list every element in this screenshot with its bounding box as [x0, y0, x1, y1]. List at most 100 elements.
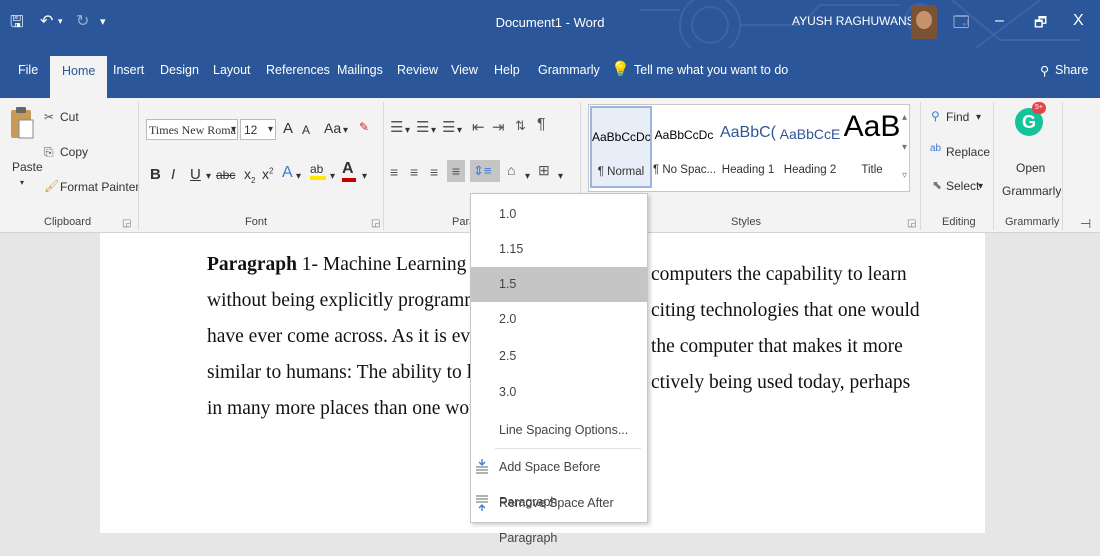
line-spacing-option-2-0[interactable]: 2.0: [471, 302, 647, 337]
align-center-icon[interactable]: ≡: [410, 164, 418, 180]
replace-icon[interactable]: ab: [930, 143, 941, 154]
align-left-icon[interactable]: ≡: [390, 164, 398, 180]
change-case-dropdown-icon[interactable]: ▾: [343, 125, 348, 136]
tab-view[interactable]: View: [451, 63, 478, 77]
share-button[interactable]: Share: [1055, 63, 1088, 77]
shrink-font-icon[interactable]: A: [302, 123, 310, 137]
line-spacing-option-1-15[interactable]: 1.15: [471, 232, 647, 267]
select-icon[interactable]: ⬉: [932, 178, 942, 192]
line-spacing-option-3-0[interactable]: 3.0: [471, 375, 647, 410]
styles-launcher-icon[interactable]: ◲: [907, 218, 916, 229]
multilevel-list-icon[interactable]: ☰: [442, 118, 455, 136]
style-heading-1[interactable]: AaBbC( Heading 1: [717, 106, 779, 188]
line-spacing-button[interactable]: ⇕≡: [470, 160, 500, 182]
tab-insert[interactable]: Insert: [113, 63, 144, 77]
paste-button[interactable]: Paste: [12, 160, 43, 174]
select-button[interactable]: Select: [946, 179, 979, 193]
tab-grammarly[interactable]: Grammarly: [538, 63, 600, 77]
numbering-icon[interactable]: ☰: [416, 118, 429, 136]
open-grammarly-label-2[interactable]: Grammarly: [1002, 184, 1061, 198]
replace-button[interactable]: Replace: [946, 145, 990, 159]
strikethrough-button[interactable]: abc: [216, 168, 235, 182]
subscript-button[interactable]: x2: [244, 166, 255, 185]
highlight-color-icon[interactable]: ab: [310, 162, 326, 180]
numbering-dropdown-icon[interactable]: ▾: [431, 125, 436, 136]
tab-design[interactable]: Design: [160, 63, 199, 77]
borders-dropdown-icon[interactable]: ▾: [558, 171, 563, 182]
close-button[interactable]: X: [1073, 12, 1084, 30]
copy-icon[interactable]: ⎘: [44, 145, 54, 160]
font-name-input[interactable]: Times New Roma: [146, 119, 238, 140]
justify-icon[interactable]: ≡: [447, 160, 465, 182]
add-space-before-item[interactable]: Add Space Before Paragraph: [471, 450, 647, 509]
tell-me-search[interactable]: Tell me what you want to do: [634, 63, 788, 77]
copy-button[interactable]: Copy: [60, 145, 88, 159]
font-name-dropdown-icon[interactable]: ▾: [231, 124, 236, 135]
select-dropdown-icon[interactable]: ▾: [978, 181, 983, 192]
sort-icon[interactable]: ⇅: [515, 118, 526, 134]
pin-ribbon-icon[interactable]: ⊣: [1080, 216, 1091, 232]
paste-dropdown-icon[interactable]: ▾: [20, 178, 24, 187]
underline-button[interactable]: U: [190, 166, 201, 183]
bold-button[interactable]: B: [150, 166, 161, 183]
user-name[interactable]: AYUSH RAGHUWANSHI: [792, 14, 927, 28]
underline-dropdown-icon[interactable]: ▾: [206, 171, 211, 182]
tab-file[interactable]: File: [18, 63, 38, 77]
format-painter-icon[interactable]: 🖌: [44, 179, 59, 193]
align-right-icon[interactable]: ≡: [430, 164, 438, 180]
font-size-dropdown-icon[interactable]: ▾: [268, 124, 273, 135]
clipboard-launcher-icon[interactable]: ◲: [122, 218, 131, 229]
remove-space-after-item[interactable]: Remove Space After Paragraph: [471, 486, 647, 545]
cut-button[interactable]: Cut: [60, 110, 79, 124]
cut-icon[interactable]: ✂: [44, 110, 54, 124]
multilevel-dropdown-icon[interactable]: ▾: [457, 125, 462, 136]
restore-button[interactable]: 🗗: [1034, 12, 1047, 36]
grow-font-icon[interactable]: A: [283, 120, 293, 137]
tab-layout[interactable]: Layout: [213, 63, 251, 77]
minimize-button[interactable]: –: [995, 12, 1004, 30]
line-spacing-option-1-5[interactable]: 1.5: [471, 267, 647, 302]
line-spacing-option-2-5[interactable]: 2.5: [471, 339, 647, 374]
tab-review[interactable]: Review: [397, 63, 438, 77]
show-formatting-marks-icon[interactable]: ¶: [537, 116, 546, 134]
font-launcher-icon[interactable]: ◲: [371, 218, 380, 229]
highlight-dropdown-icon[interactable]: ▾: [330, 171, 335, 182]
increase-indent-icon[interactable]: ⇥: [492, 118, 505, 136]
italic-button[interactable]: I: [171, 166, 175, 183]
paste-icon[interactable]: [9, 106, 35, 140]
text-effects-icon[interactable]: A: [282, 164, 293, 182]
decrease-indent-icon[interactable]: ⇤: [472, 118, 485, 136]
bullets-icon[interactable]: ☰: [390, 118, 403, 136]
share-icon[interactable]: ⚲: [1040, 63, 1049, 78]
styles-scroll-down-icon[interactable]: ▾: [902, 142, 907, 153]
bullets-dropdown-icon[interactable]: ▾: [405, 125, 410, 136]
tab-references[interactable]: References: [266, 63, 330, 77]
style-heading-2[interactable]: AaBbCcE Heading 2: [779, 106, 841, 188]
line-spacing-options-link[interactable]: Line Spacing Options...: [471, 413, 647, 448]
font-color-icon[interactable]: A: [342, 160, 356, 182]
find-icon[interactable]: ⚲: [931, 109, 940, 123]
user-avatar[interactable]: [911, 5, 937, 39]
tab-home[interactable]: Home: [50, 56, 108, 98]
find-dropdown-icon[interactable]: ▾: [976, 112, 981, 123]
tab-help[interactable]: Help: [494, 63, 520, 77]
find-button[interactable]: Find: [946, 110, 969, 124]
text-effects-dropdown-icon[interactable]: ▾: [296, 171, 301, 182]
font-color-dropdown-icon[interactable]: ▾: [362, 171, 367, 182]
line-spacing-option-1-0[interactable]: 1.0: [471, 197, 647, 232]
styles-scroll-up-icon[interactable]: ▴: [902, 112, 907, 123]
shading-icon[interactable]: ⌂: [507, 162, 515, 178]
tab-mailings[interactable]: Mailings: [337, 63, 383, 77]
style-normal[interactable]: AaBbCcDc ¶ Normal: [590, 106, 652, 188]
clear-formatting-icon[interactable]: ✎: [359, 120, 369, 134]
change-case-icon[interactable]: Aa: [324, 120, 341, 136]
borders-icon[interactable]: ⊞: [538, 162, 550, 179]
styles-more-icon[interactable]: ▿: [902, 170, 907, 181]
shading-dropdown-icon[interactable]: ▾: [525, 171, 530, 182]
style-title[interactable]: AaB Title: [841, 106, 903, 188]
open-grammarly-label[interactable]: Open: [1016, 161, 1045, 175]
ribbon-display-options-icon[interactable]: 🗔: [953, 12, 969, 37]
superscript-button[interactable]: x2: [262, 166, 273, 182]
format-painter-button[interactable]: Format Painter: [60, 180, 139, 194]
style-no-spacing[interactable]: AaBbCcDc ¶ No Spac...: [653, 106, 716, 188]
